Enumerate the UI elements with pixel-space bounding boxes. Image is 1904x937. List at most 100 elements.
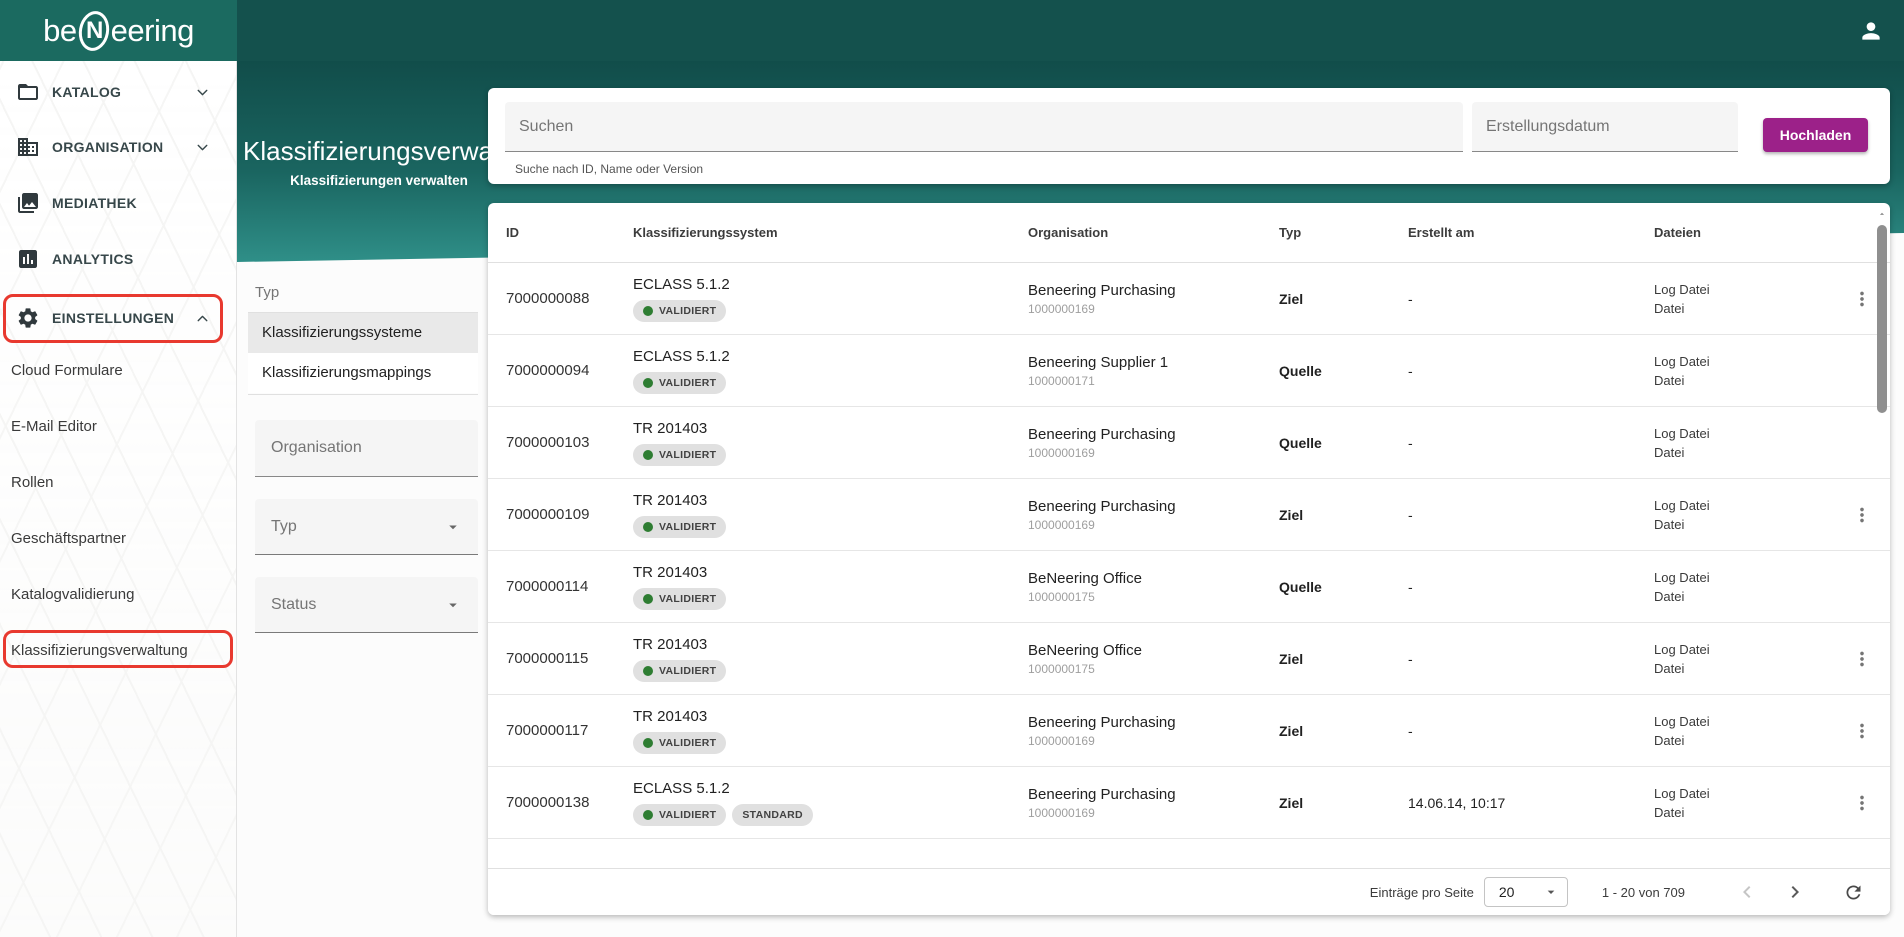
classification-system-name: TR 201403 <box>633 419 708 437</box>
cell-erstellt-am: - <box>1408 434 1413 451</box>
file-link-log-datei[interactable]: Log Datei <box>1654 712 1834 731</box>
cell-klassifizierungssystem: TR 201403 VALIDIERT <box>633 636 1028 682</box>
logo-text-n: N <box>85 16 103 44</box>
kebab-menu-icon[interactable] <box>1851 288 1873 310</box>
chevron-down-icon <box>444 518 462 536</box>
status-badges: VALIDIERT <box>633 443 1028 466</box>
per-page-select[interactable]: 20 <box>1483 877 1568 907</box>
search-input[interactable] <box>505 102 1463 152</box>
validated-dot-icon <box>643 737 653 748</box>
column-header-dateien: Dateien <box>1654 225 1701 240</box>
tab-klassifizierungssysteme[interactable]: Klassifizierungssysteme <box>248 313 478 353</box>
table-scrollbar[interactable] <box>1876 207 1888 911</box>
cell-klassifizierungssystem: TR 201403 VALIDIERT <box>633 492 1028 538</box>
table-row[interactable]: 7000000103 TR 201403 VALIDIERT Beneering Pu… <box>488 407 1890 479</box>
sidebar-subitem-gesch-ftspartner[interactable]: Geschäftspartner <box>0 519 236 559</box>
tab-klassifizierungsmappings[interactable]: Klassifizierungsmappings <box>248 353 478 393</box>
kebab-menu-icon[interactable] <box>1851 648 1873 670</box>
sidebar-item-einstellungen[interactable]: EINSTELLUNGEN <box>0 298 236 338</box>
cell-dateien: Log Datei Datei <box>1654 568 1834 606</box>
creation-date-input[interactable] <box>1472 102 1738 152</box>
file-link-datei[interactable]: Datei <box>1654 587 1834 606</box>
account-icon[interactable] <box>1858 18 1884 44</box>
sidebar-subitem-label: E-Mail Editor <box>11 418 97 435</box>
cell-typ: Ziel <box>1279 290 1304 307</box>
typ-filter-select[interactable]: Typ <box>255 499 478 555</box>
sidebar-subitem-klassifizierungsverwaltung[interactable]: Klassifizierungsverwaltung <box>0 631 236 671</box>
file-link-log-datei[interactable]: Log Datei <box>1654 424 1834 443</box>
file-link-log-datei[interactable]: Log Datei <box>1654 640 1834 659</box>
cell-organisation: Beneering Purchasing 1000000169 <box>1028 426 1279 460</box>
cell-klassifizierungssystem: ECLASS 5.1.2 VALIDIERT <box>633 348 1028 394</box>
table-row[interactable]: 7000000088 ECLASS 5.1.2 VALIDIERT Beneering… <box>488 263 1890 335</box>
sidebar-item-mediathek[interactable]: MEDIATHEK <box>0 183 236 223</box>
divider <box>248 394 478 395</box>
file-link-datei[interactable]: Datei <box>1654 731 1834 750</box>
column-header-organisation: Organisation <box>1028 225 1109 240</box>
table-row[interactable]: 7000000115 TR 201403 VALIDIERT BeNeering Of… <box>488 623 1890 695</box>
cell-id: 7000000088 <box>506 290 590 307</box>
classification-system-name: TR 201403 <box>633 563 708 581</box>
chevron-down-icon <box>194 84 211 101</box>
status-badge-validiert: VALIDIERT <box>633 659 727 682</box>
file-link-datei[interactable]: Datei <box>1654 515 1834 534</box>
upload-button[interactable]: Hochladen <box>1763 118 1868 152</box>
kebab-menu-icon[interactable] <box>1851 720 1873 742</box>
table-row[interactable]: 7000000114 TR 201403 VALIDIERT BeNeering Of… <box>488 551 1890 623</box>
previous-page-icon[interactable] <box>1735 880 1759 904</box>
cell-id: 7000000114 <box>506 578 589 595</box>
file-link-log-datei[interactable]: Log Datei <box>1654 280 1834 299</box>
table-row[interactable]: 7000000109 TR 201403 VALIDIERT Beneering Pu… <box>488 479 1890 551</box>
scroll-up-icon[interactable] <box>1877 209 1887 219</box>
file-link-datei[interactable]: Datei <box>1654 803 1834 822</box>
sidebar-item-label: ANALYTICS <box>52 251 134 267</box>
file-link-log-datei[interactable]: Log Datei <box>1654 784 1834 803</box>
classification-system-name: TR 201403 <box>633 635 708 653</box>
cell-organisation: BeNeering Office 1000000175 <box>1028 570 1279 604</box>
brand-logo[interactable]: be Neering <box>0 0 237 61</box>
scroll-down-icon[interactable] <box>1877 899 1887 909</box>
validated-dot-icon <box>643 377 653 388</box>
next-page-icon[interactable] <box>1783 880 1807 904</box>
cell-organisation: Beneering Purchasing 1000000169 <box>1028 786 1279 820</box>
classification-system-name: TR 201403 <box>633 707 708 725</box>
sidebar-subitem-label: Geschäftspartner <box>11 530 127 547</box>
cell-organisation: Beneering Supplier 1 1000000171 <box>1028 354 1279 388</box>
refresh-icon[interactable] <box>1843 882 1864 903</box>
status-filter-select[interactable]: Status <box>255 577 478 633</box>
typ-filter-placeholder: Typ <box>271 517 297 535</box>
sidebar-item-katalog[interactable]: KATALOG <box>0 72 236 112</box>
organisation-name: Beneering Purchasing <box>1028 281 1176 299</box>
table-row[interactable]: 7000000117 TR 201403 VALIDIERT Beneering Pu… <box>488 695 1890 767</box>
table-row[interactable]: 7000000138 ECLASS 5.1.2 VALIDIERT STANDARD B… <box>488 767 1890 839</box>
organisation-name: Beneering Purchasing <box>1028 713 1176 731</box>
organisation-filter-input[interactable] <box>255 420 478 477</box>
classification-system-name: ECLASS 5.1.2 <box>633 347 730 365</box>
file-link-datei[interactable]: Datei <box>1654 371 1834 390</box>
sidebar-subitem-e-mail-editor[interactable]: E-Mail Editor <box>0 407 236 447</box>
file-link-log-datei[interactable]: Log Datei <box>1654 352 1834 371</box>
file-link-log-datei[interactable]: Log Datei <box>1654 568 1834 587</box>
sidebar-item-organisation[interactable]: ORGANISATION <box>0 127 236 167</box>
validated-dot-icon <box>643 665 653 676</box>
sidebar-subitem-cloud-formulare[interactable]: Cloud Formulare <box>0 351 236 391</box>
status-badge-validiert: VALIDIERT <box>633 587 727 610</box>
cell-erstellt-am: - <box>1408 722 1413 739</box>
kebab-menu-icon[interactable] <box>1851 504 1873 526</box>
cell-organisation: Beneering Purchasing 1000000169 <box>1028 714 1279 748</box>
column-header-klassifizierungssystem: Klassifizierungssystem <box>633 225 778 240</box>
sidebar-subitem-katalogvalidierung[interactable]: Katalogvalidierung <box>0 575 236 615</box>
file-link-log-datei[interactable]: Log Datei <box>1654 496 1834 515</box>
cell-organisation: Beneering Purchasing 1000000169 <box>1028 498 1279 532</box>
file-link-datei[interactable]: Datei <box>1654 443 1834 462</box>
organisation-name: Beneering Supplier 1 <box>1028 353 1169 371</box>
cell-klassifizierungssystem: ECLASS 5.1.2 VALIDIERT <box>633 276 1028 322</box>
sidebar-subitem-rollen[interactable]: Rollen <box>0 463 236 503</box>
file-link-datei[interactable]: Datei <box>1654 299 1834 318</box>
file-link-datei[interactable]: Datei <box>1654 659 1834 678</box>
kebab-menu-icon[interactable] <box>1851 792 1873 814</box>
scrollbar-thumb[interactable] <box>1877 225 1887 413</box>
status-badge-validiert: VALIDIERT <box>633 803 727 826</box>
table-row[interactable]: 7000000094 ECLASS 5.1.2 VALIDIERT Beneering… <box>488 335 1890 407</box>
sidebar-item-analytics[interactable]: ANALYTICS <box>0 239 236 279</box>
